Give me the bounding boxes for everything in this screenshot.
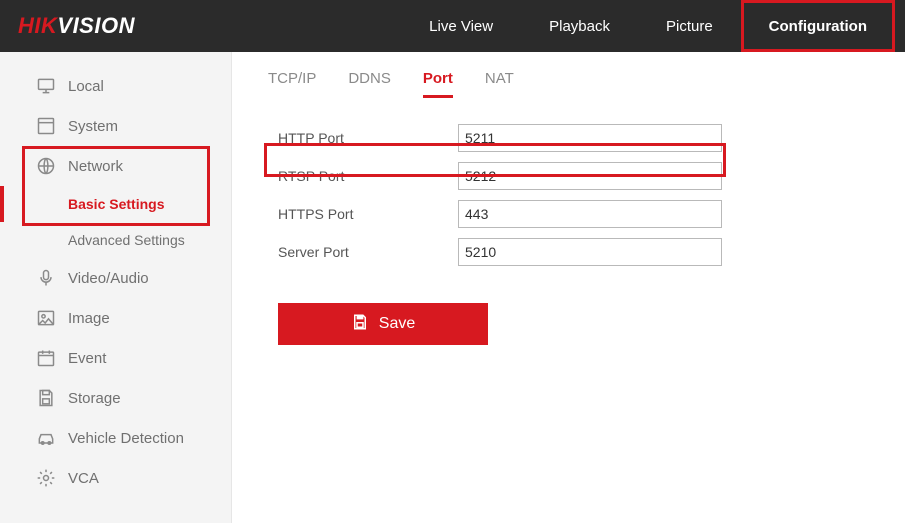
input-https-port[interactable]	[458, 200, 722, 228]
sidebar-item-label: VCA	[68, 470, 99, 487]
sidebar-item-event[interactable]: Event	[0, 338, 231, 378]
sidebar-item-system[interactable]: System	[0, 106, 231, 146]
label-http-port: HTTP Port	[278, 130, 458, 146]
calendar-icon	[36, 348, 56, 368]
floppy-icon	[351, 313, 369, 336]
sidebar-item-label: Event	[68, 350, 106, 367]
topnav-playback[interactable]: Playback	[521, 0, 638, 52]
sidebar-item-vehicle[interactable]: Vehicle Detection	[0, 418, 231, 458]
mic-icon	[36, 268, 56, 288]
sidebar-item-label: Storage	[68, 390, 121, 407]
input-http-port[interactable]	[458, 124, 722, 152]
sidebar-item-image[interactable]: Image	[0, 298, 231, 338]
label-https-port: HTTPS Port	[278, 206, 458, 222]
content: TCP/IP DDNS Port NAT HTTP Port RTSP Port…	[232, 52, 905, 523]
port-form: HTTP Port RTSP Port HTTPS Port Server Po…	[260, 119, 905, 271]
sidebar-item-label: Local	[68, 78, 104, 95]
topnav: Live View Playback Picture Configuration	[401, 0, 895, 52]
logo: HIKVISION	[18, 13, 135, 39]
monitor-icon	[36, 76, 56, 96]
topnav-configuration[interactable]: Configuration	[741, 0, 895, 52]
tabs: TCP/IP DDNS Port NAT	[260, 70, 905, 99]
sidebar-sub-advanced-settings[interactable]: Advanced Settings	[0, 222, 231, 258]
input-rtsp-port[interactable]	[458, 162, 722, 190]
sidebar-item-network[interactable]: Network	[0, 146, 231, 186]
globe-icon	[36, 156, 56, 176]
sidebar-item-label: Video/Audio	[68, 270, 149, 287]
logo-vision: VISION	[57, 13, 135, 38]
car-icon	[36, 428, 56, 448]
save-button-label: Save	[379, 315, 415, 333]
sidebar-item-label: Network	[68, 158, 123, 175]
logo-hik: HIK	[18, 13, 57, 38]
topnav-live-view[interactable]: Live View	[401, 0, 521, 52]
tab-ddns[interactable]: DDNS	[348, 70, 391, 98]
row-rtsp-port: RTSP Port	[278, 157, 905, 195]
image-icon	[36, 308, 56, 328]
row-http-port: HTTP Port	[278, 119, 905, 157]
sidebar-sub-label: Advanced Settings	[68, 232, 185, 248]
sidebar-sub-label: Basic Settings	[68, 196, 164, 212]
sidebar-item-storage[interactable]: Storage	[0, 378, 231, 418]
sidebar: Local System Network Basic Settings Adva…	[0, 52, 232, 523]
tab-nat[interactable]: NAT	[485, 70, 514, 98]
main: Local System Network Basic Settings Adva…	[0, 52, 905, 523]
system-icon	[36, 116, 56, 136]
tab-port[interactable]: Port	[423, 70, 453, 98]
sidebar-item-label: Image	[68, 310, 110, 327]
sidebar-item-local[interactable]: Local	[0, 66, 231, 106]
topnav-picture[interactable]: Picture	[638, 0, 741, 52]
label-server-port: Server Port	[278, 244, 458, 260]
topbar: HIKVISION Live View Playback Picture Con…	[0, 0, 905, 52]
sidebar-item-video-audio[interactable]: Video/Audio	[0, 258, 231, 298]
save-button[interactable]: Save	[278, 303, 488, 345]
tab-tcpip[interactable]: TCP/IP	[268, 70, 316, 98]
sidebar-item-label: Vehicle Detection	[68, 430, 184, 447]
sidebar-item-label: System	[68, 118, 118, 135]
input-server-port[interactable]	[458, 238, 722, 266]
label-rtsp-port: RTSP Port	[278, 168, 458, 184]
save-icon	[36, 388, 56, 408]
sidebar-sub-basic-settings[interactable]: Basic Settings	[0, 186, 231, 222]
sidebar-item-vca[interactable]: VCA	[0, 458, 231, 498]
row-server-port: Server Port	[278, 233, 905, 271]
gear-icon	[36, 468, 56, 488]
row-https-port: HTTPS Port	[278, 195, 905, 233]
